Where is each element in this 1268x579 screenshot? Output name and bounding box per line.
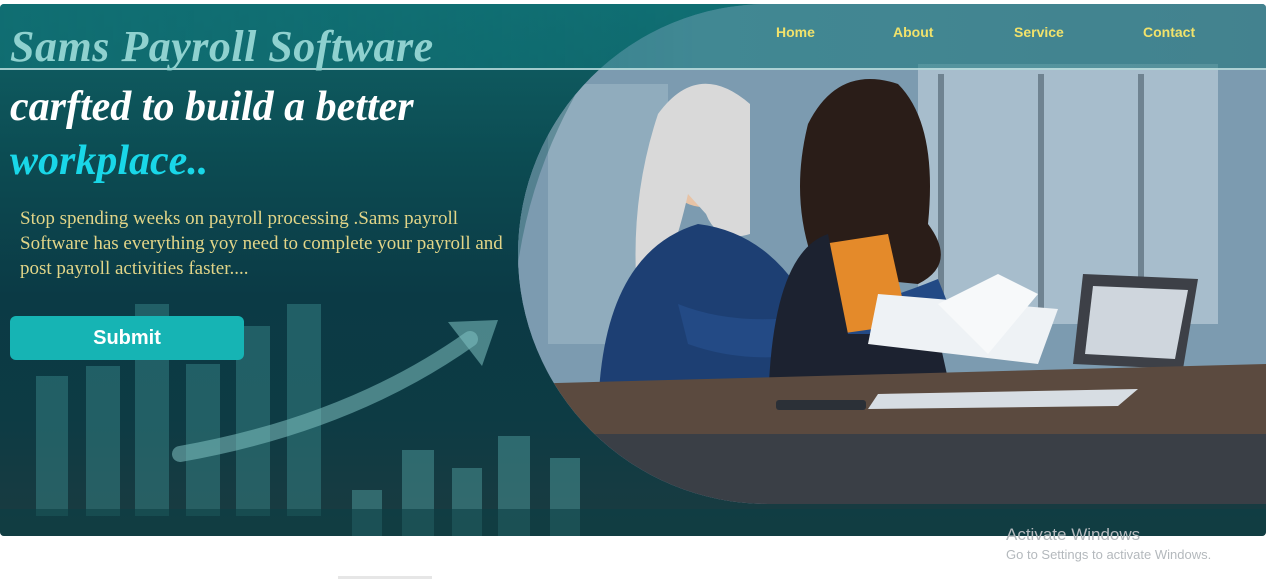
page: Home About Service Contact Sams Payroll … — [0, 0, 1268, 579]
nav-service-link[interactable]: Service — [1014, 24, 1064, 40]
hero-banner: Home About Service Contact Sams Payroll … — [0, 4, 1266, 536]
hero-headline: carfted to build a better — [10, 84, 414, 130]
hero-headline-accent: workplace.. — [10, 138, 209, 184]
brand-title: Sams Payroll Software — [10, 22, 434, 71]
submit-button[interactable]: Submit — [10, 316, 244, 360]
watermark-subtitle: Go to Settings to activate Windows. — [1006, 547, 1212, 562]
activate-windows-watermark: Activate Windows Go to Settings to activ… — [1006, 524, 1211, 564]
nav-contact-link[interactable]: Contact — [1143, 24, 1195, 40]
hero-photo — [518, 4, 1266, 504]
nav-about-link[interactable]: About — [893, 24, 933, 40]
watermark-title: Activate Windows — [1006, 525, 1141, 544]
nav-home-link[interactable]: Home — [776, 24, 815, 40]
hero-description: Stop spending weeks on payroll processin… — [20, 208, 503, 279]
office-photo-illustration — [518, 4, 1266, 504]
